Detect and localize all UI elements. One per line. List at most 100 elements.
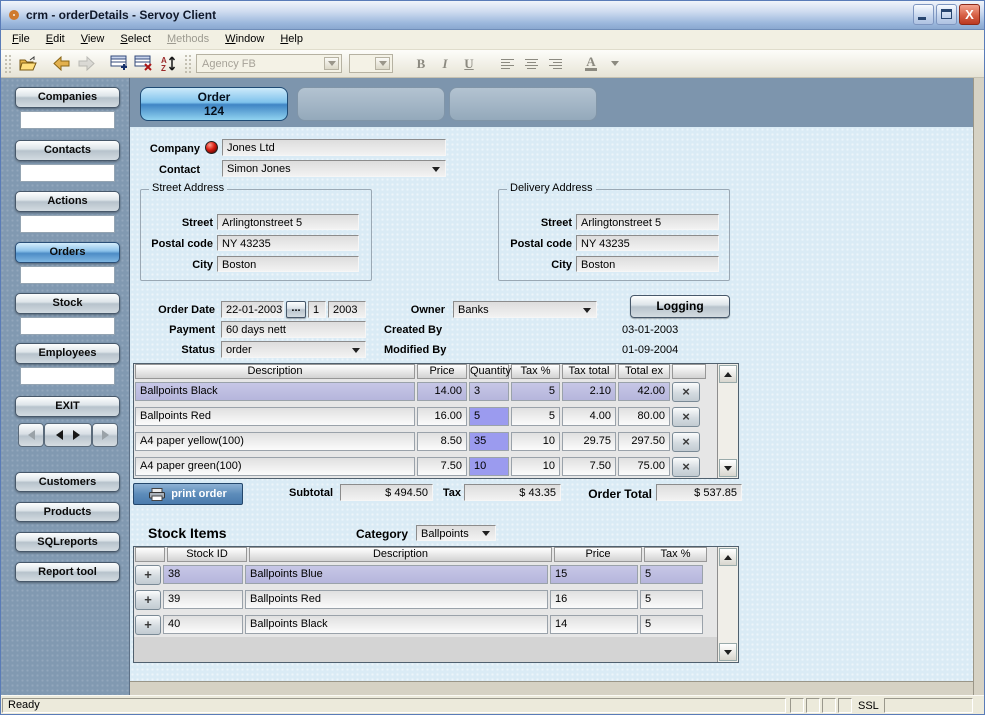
scroll-down-icon[interactable] xyxy=(719,459,737,477)
add-stock-item-button[interactable]: + xyxy=(135,615,161,635)
stock-row[interactable]: + 38 Ballpoints Blue 15 5 xyxy=(134,562,738,587)
status-select[interactable]: order xyxy=(221,341,366,358)
order-item-row[interactable]: Ballpoints Black 14.00 3 5 2.10 42.00 × xyxy=(134,379,738,404)
item-description[interactable]: A4 paper yellow(100) xyxy=(135,432,415,451)
stock-row[interactable]: + 39 Ballpoints Red 16 5 xyxy=(134,587,738,612)
item-price[interactable]: 16.00 xyxy=(417,407,467,426)
delete-item-button[interactable]: × xyxy=(672,457,700,477)
tab-blank-1[interactable] xyxy=(297,87,445,121)
item-price[interactable]: 7.50 xyxy=(417,457,467,476)
delete-item-button[interactable]: × xyxy=(672,432,700,452)
item-quantity[interactable]: 10 xyxy=(469,457,509,476)
open-icon[interactable] xyxy=(16,53,40,75)
week-field[interactable]: 1 xyxy=(308,301,326,318)
sidebar-item-employees[interactable]: Employees xyxy=(15,343,120,364)
contact-select[interactable]: Simon Jones xyxy=(222,160,446,177)
scroll-up-icon[interactable] xyxy=(719,548,737,566)
add-stock-item-button[interactable]: + xyxy=(135,590,161,610)
prev-next-record-button[interactable] xyxy=(44,423,92,447)
col-description[interactable]: Description xyxy=(135,364,415,379)
year-field[interactable]: 2003 xyxy=(328,301,366,318)
toolbar-grip[interactable] xyxy=(184,54,192,74)
delivery-street-field[interactable]: Arlingtonstreet 5 xyxy=(576,214,719,230)
status-message: Ready xyxy=(2,698,786,713)
menu-window[interactable]: Window xyxy=(217,30,272,49)
item-tax-total: 29.75 xyxy=(562,432,616,451)
delete-item-button[interactable]: × xyxy=(672,382,700,402)
exit-button[interactable]: EXIT xyxy=(15,396,120,417)
col-tax-total[interactable]: Tax total xyxy=(562,364,616,379)
item-description[interactable]: Ballpoints Black xyxy=(135,382,415,401)
sidebar-item-contacts[interactable]: Contacts xyxy=(15,140,120,161)
sort-icon[interactable]: AZ xyxy=(156,53,180,75)
order-item-row[interactable]: Ballpoints Red 16.00 5 5 4.00 80.00 × xyxy=(134,404,738,429)
maximize-button[interactable] xyxy=(936,4,957,25)
close-button[interactable]: X xyxy=(959,4,980,25)
col-stock-tax[interactable]: Tax % xyxy=(644,547,707,562)
item-price[interactable]: 14.00 xyxy=(417,382,467,401)
company-lookup-icon[interactable] xyxy=(205,141,218,154)
payment-field[interactable]: 60 days nett xyxy=(221,321,366,338)
postal-code-field[interactable]: NY 43235 xyxy=(217,235,359,251)
toolbar-grip[interactable] xyxy=(4,54,12,74)
add-stock-item-button[interactable]: + xyxy=(135,565,161,585)
stock-scrollbar[interactable] xyxy=(717,547,738,662)
item-description[interactable]: Ballpoints Red xyxy=(135,407,415,426)
col-stock-id[interactable]: Stock ID xyxy=(167,547,247,562)
street-field[interactable]: Arlingtonstreet 5 xyxy=(217,214,359,230)
customers-button[interactable]: Customers xyxy=(15,472,120,492)
delivery-postal-field[interactable]: NY 43235 xyxy=(576,235,719,251)
order-date-field[interactable]: 22-01-2003 xyxy=(221,301,284,318)
sqlreports-button[interactable]: SQLreports xyxy=(15,532,120,552)
col-tax-pct[interactable]: Tax % xyxy=(511,364,560,379)
col-stock-price[interactable]: Price xyxy=(554,547,642,562)
delete-item-button[interactable]: × xyxy=(672,407,700,427)
order-items-scrollbar[interactable] xyxy=(717,364,738,478)
item-price[interactable]: 8.50 xyxy=(417,432,467,451)
col-price[interactable]: Price xyxy=(417,364,467,379)
menu-help[interactable]: Help xyxy=(272,30,311,49)
order-item-row[interactable]: A4 paper green(100) 7.50 10 10 7.50 75.0… xyxy=(134,454,738,479)
sidebar-item-orders[interactable]: Orders xyxy=(15,242,120,263)
minimize-button[interactable] xyxy=(913,4,934,25)
menu-file[interactable]: File xyxy=(4,30,38,49)
logging-button[interactable]: Logging xyxy=(630,295,730,318)
products-button[interactable]: Products xyxy=(15,502,120,522)
sidebar-item-actions[interactable]: Actions xyxy=(15,191,120,212)
status-cell xyxy=(806,698,820,713)
back-icon[interactable] xyxy=(50,53,74,75)
align-left-icon xyxy=(495,53,519,75)
category-select[interactable]: Ballpoints xyxy=(416,525,496,541)
stock-items-title: Stock Items xyxy=(148,525,227,541)
owner-select[interactable]: Banks xyxy=(453,301,597,318)
tab-blank-2[interactable] xyxy=(449,87,597,121)
print-order-button[interactable]: print order xyxy=(133,483,243,505)
item-quantity[interactable]: 3 xyxy=(469,382,509,401)
order-item-row[interactable]: A4 paper yellow(100) 8.50 35 10 29.75 29… xyxy=(134,429,738,454)
menu-edit[interactable]: Edit xyxy=(38,30,73,49)
menu-select[interactable]: Select xyxy=(112,30,159,49)
item-description[interactable]: A4 paper green(100) xyxy=(135,457,415,476)
sidebar-item-stock[interactable]: Stock xyxy=(15,293,120,314)
menu-view[interactable]: View xyxy=(73,30,113,49)
report-tool-button[interactable]: Report tool xyxy=(15,562,120,582)
col-quantity[interactable]: Quantity xyxy=(469,364,509,379)
col-stock-desc[interactable]: Description xyxy=(249,547,552,562)
stock-slot xyxy=(20,317,115,335)
delivery-city-field[interactable]: Boston xyxy=(576,256,719,272)
city-field[interactable]: Boston xyxy=(217,256,359,272)
street-label: Street xyxy=(141,217,213,229)
tab-order[interactable]: Order 124 xyxy=(140,87,288,121)
sidebar-item-companies[interactable]: Companies xyxy=(15,87,120,108)
company-field[interactable]: Jones Ltd xyxy=(222,139,446,156)
col-total-ex[interactable]: Total ex xyxy=(618,364,670,379)
stock-row[interactable]: + 40 Ballpoints Black 14 5 xyxy=(134,612,738,637)
item-quantity[interactable]: 5 xyxy=(469,407,509,426)
date-picker-button[interactable]: ... xyxy=(286,301,306,318)
bold-button: B xyxy=(409,53,433,75)
item-quantity[interactable]: 35 xyxy=(469,432,509,451)
delete-record-icon[interactable] xyxy=(132,53,156,75)
scroll-down-icon[interactable] xyxy=(719,643,737,661)
add-record-icon[interactable] xyxy=(108,53,132,75)
scroll-up-icon[interactable] xyxy=(719,365,737,383)
